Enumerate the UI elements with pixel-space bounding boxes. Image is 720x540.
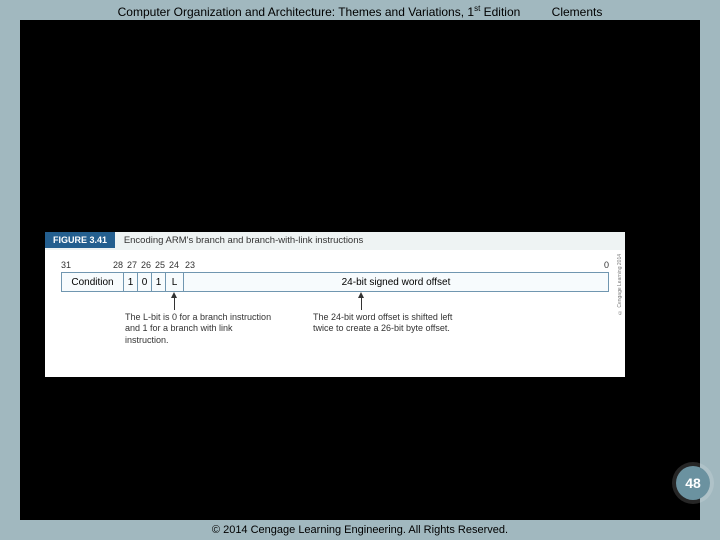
- field-L: L: [166, 273, 184, 291]
- figure-caption: Encoding ARM's branch and branch-with-li…: [124, 235, 363, 246]
- copyright-text: © 2014 Cengage Learning Engineering. All…: [212, 524, 508, 536]
- bit-index-row: 31 28 27 26 25 24 23 0: [61, 260, 609, 272]
- field-bit26: 0: [138, 273, 152, 291]
- figure-label: FIGURE 3.41: [45, 232, 115, 248]
- note-L-bit: The L-bit is 0 for a branch instruction …: [125, 312, 275, 346]
- slide-footer: © 2014 Cengage Learning Engineering. All…: [0, 524, 720, 536]
- figure-panel: FIGURE 3.41 Encoding ARM's branch and br…: [45, 232, 625, 377]
- bit-26: 26: [141, 260, 151, 270]
- bit-31: 31: [61, 260, 71, 270]
- book-title-suffix: Edition: [480, 5, 520, 19]
- field-bit27: 1: [124, 273, 138, 291]
- page-number-badge: 48: [676, 466, 710, 500]
- bit-25: 25: [155, 260, 165, 270]
- figure-header: FIGURE 3.41 Encoding ARM's branch and br…: [45, 232, 625, 250]
- field-offset: 24-bit signed word offset: [184, 273, 608, 291]
- field-condition: Condition: [62, 273, 124, 291]
- bit-23: 23: [185, 260, 195, 270]
- bit-24: 24: [169, 260, 179, 270]
- encoding-row: Condition 1 0 1 L 24-bit signed word off…: [61, 272, 609, 292]
- note-offset: The 24-bit word offset is shifted left t…: [313, 312, 463, 335]
- page-number: 48: [685, 475, 701, 491]
- bit-0: 0: [604, 260, 609, 270]
- slide-header: Computer Organization and Architecture: …: [0, 4, 720, 19]
- bit-28: 28: [113, 260, 123, 270]
- bit-27: 27: [127, 260, 137, 270]
- figure-credit: © Cengage Learning 2014: [617, 254, 623, 315]
- arrow-to-L: [174, 296, 175, 310]
- author-name: Clements: [552, 5, 603, 19]
- book-title-prefix: Computer Organization and Architecture: …: [118, 5, 474, 19]
- slide-body: FIGURE 3.41 Encoding ARM's branch and br…: [20, 20, 700, 520]
- field-bit25: 1: [152, 273, 166, 291]
- arrow-to-offset: [361, 296, 362, 310]
- annotation-area: The L-bit is 0 for a branch instruction …: [61, 296, 609, 356]
